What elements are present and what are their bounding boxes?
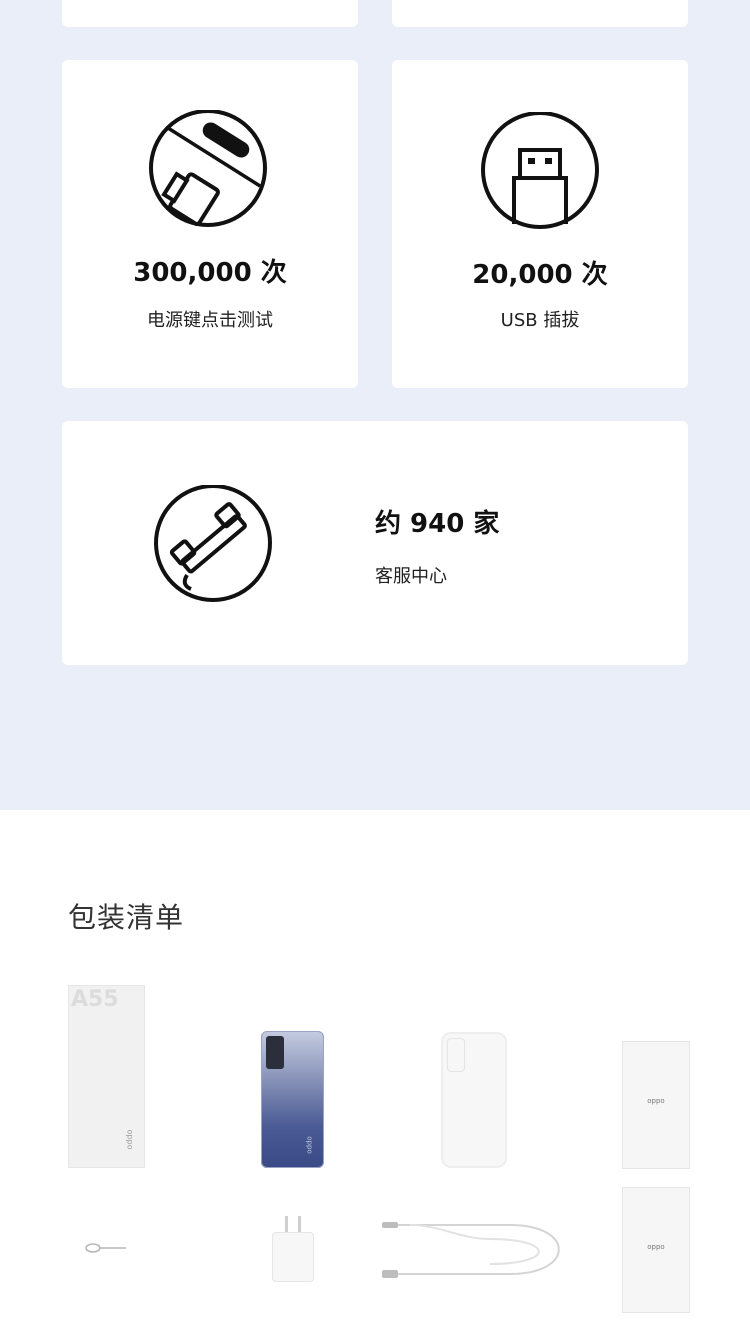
charger-body [272,1232,314,1282]
feature-card-service-centers: 约 940 家 客服中心 [62,421,688,665]
package-usb-cable [380,1214,570,1284]
charger-prongs [285,1216,288,1232]
package-box: A55 oppo [68,985,145,1168]
package-manual: oppo [622,1041,690,1169]
package-charger [272,1216,314,1282]
usb-plug-icon [480,111,600,232]
box-brand-mark: oppo [125,1129,135,1150]
stat-value-usb: 20,000 次 [472,260,608,290]
package-list-title: 包装清单 [68,901,185,934]
manual-brand-mark: oppo [647,1097,665,1105]
phone-handset-icon [153,484,273,605]
case-camera-cutout [447,1038,465,1072]
package-sim-ejector [84,1240,128,1254]
power-button-icon [148,109,268,230]
package-phone: oppo [261,1031,324,1168]
stat-label-usb: USB 插拔 [500,310,580,331]
feature-card-partial-right [392,0,688,27]
phone-brand-mark: oppo [305,1136,314,1154]
stat-label-power: 电源键点击测试 [147,310,273,331]
stat-value-service: 约 940 家 [375,509,500,539]
warranty-brand-mark: oppo [647,1243,665,1251]
feature-card-partial-left [62,0,358,27]
box-model-label: A55 [71,987,119,1012]
package-case [441,1032,507,1168]
feature-card-usb: 20,000 次 USB 插拔 [392,60,688,388]
feature-card-power-button: 300,000 次 电源键点击测试 [62,60,358,388]
stat-label-service: 客服中心 [375,566,447,587]
package-warranty-card: oppo [622,1187,690,1313]
camera-module [266,1036,284,1069]
stat-value-power: 300,000 次 [133,258,287,288]
